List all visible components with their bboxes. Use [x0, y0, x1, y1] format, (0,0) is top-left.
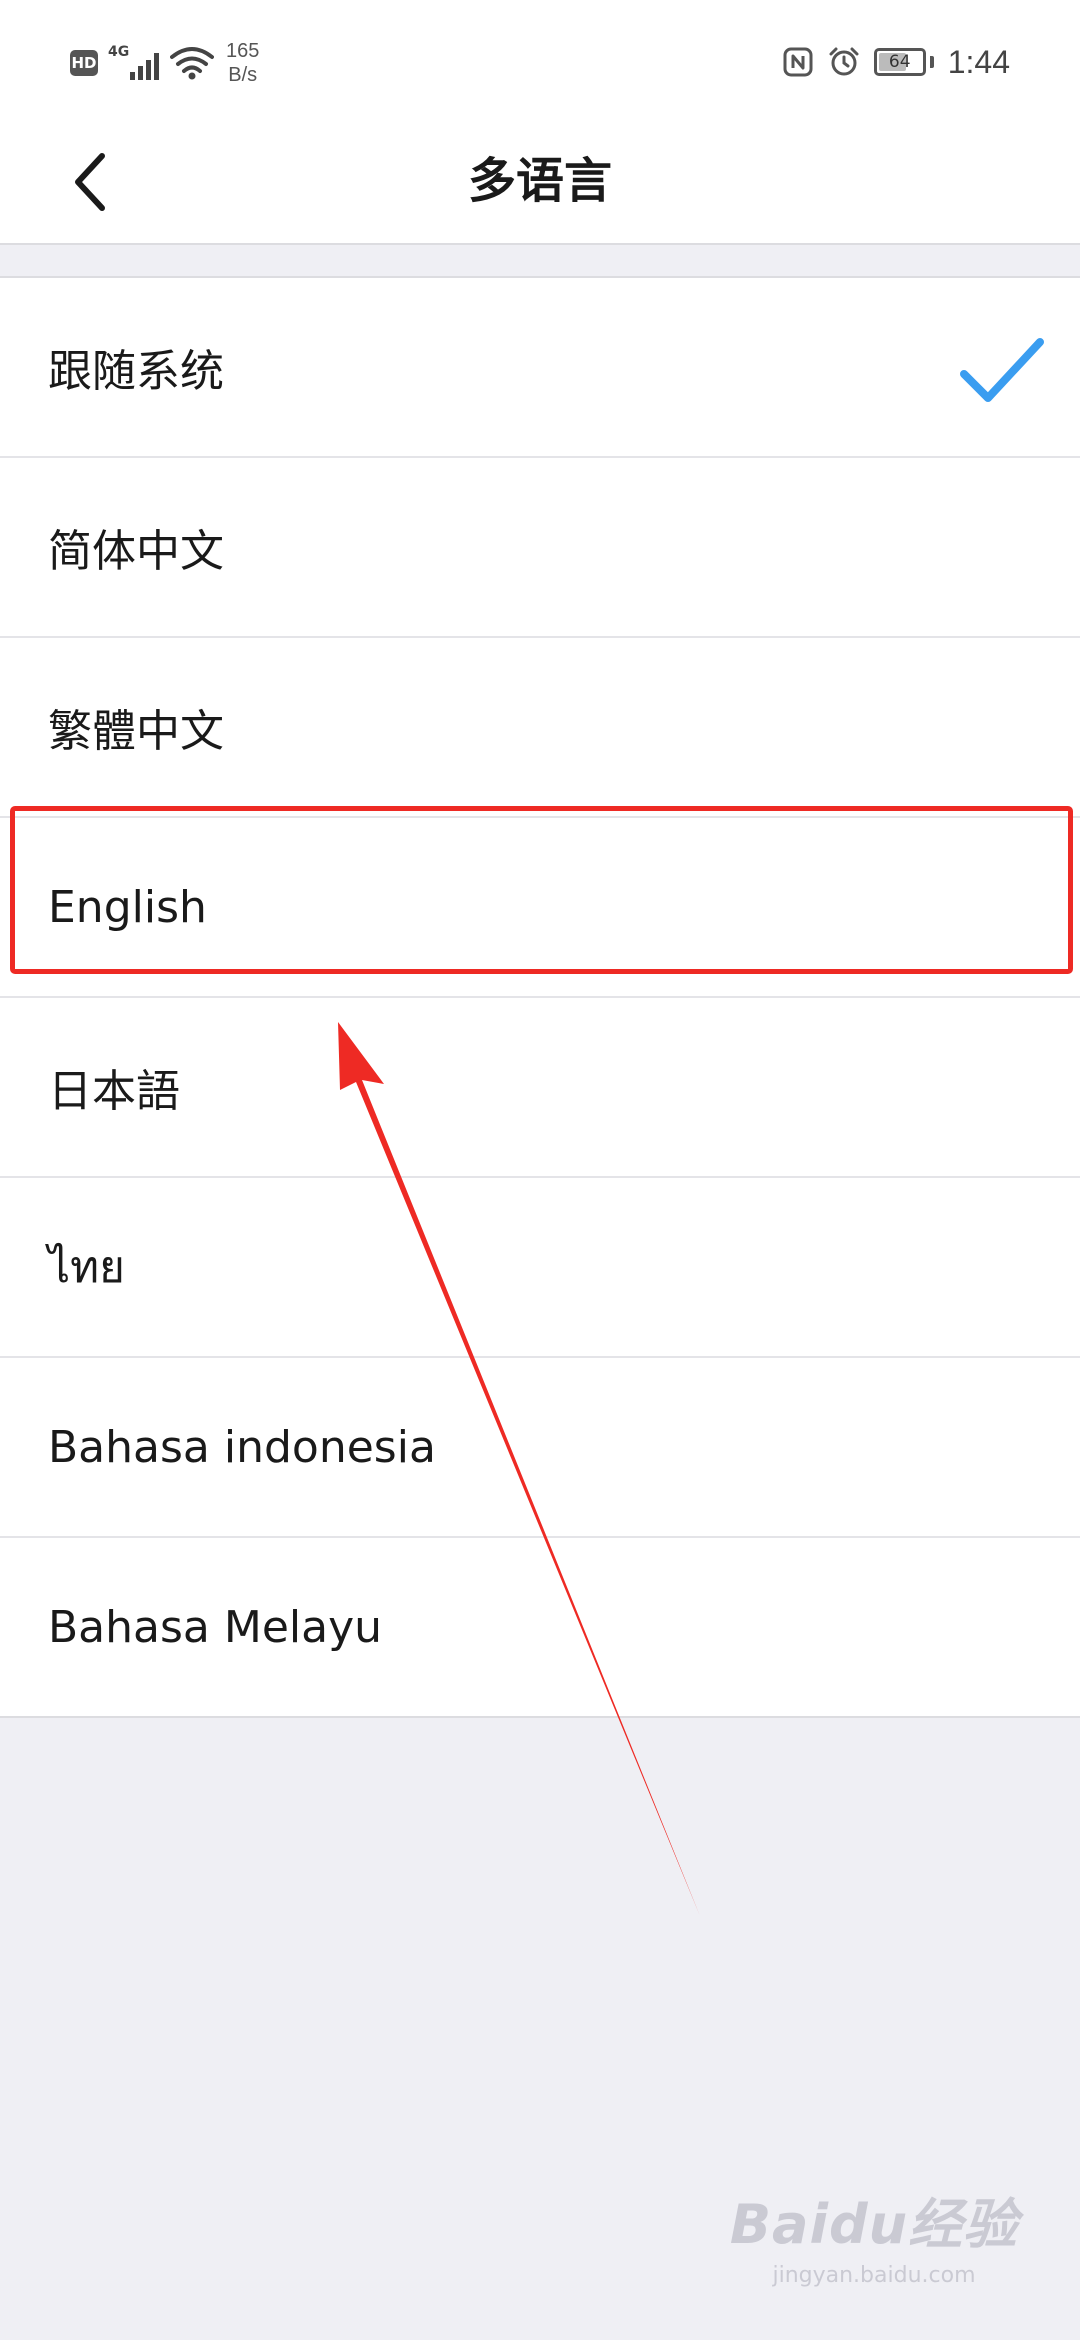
baidu-watermark: Baidu经验 jingyan.baidu.com: [724, 2180, 1024, 2300]
language-label: 跟随系统: [48, 346, 224, 397]
clock: 1:44: [947, 43, 1010, 80]
language-label: Bahasa indonesia: [48, 1421, 436, 1473]
net-speed-value: 165: [226, 40, 260, 62]
language-label: Bahasa Melayu: [48, 1601, 383, 1653]
page-title: 多语言: [467, 153, 612, 209]
nfc-icon: [783, 47, 813, 77]
header: 多语言: [0, 120, 1080, 245]
language-item-japanese[interactable]: 日本語: [0, 998, 1080, 1178]
status-bar: HD 4G 165 B/s 64 1:44: [0, 0, 1080, 120]
watermark-sub: jingyan.baidu.com: [772, 2263, 976, 2288]
language-label: English: [48, 881, 207, 933]
wifi-icon: [170, 47, 214, 80]
language-item-indonesian[interactable]: Bahasa indonesia: [0, 1358, 1080, 1538]
battery-nub: [929, 56, 934, 68]
language-item-english[interactable]: English: [0, 818, 1080, 998]
battery-level: 64: [888, 52, 911, 72]
network-type: 4G: [108, 44, 130, 60]
status-left: HD 4G 165 B/s: [70, 38, 259, 88]
signal-icon: 4G: [108, 44, 162, 82]
hd-icon: HD: [70, 50, 98, 76]
net-speed: 165 B/s: [226, 39, 259, 87]
language-item-simplified-chinese[interactable]: 简体中文: [0, 458, 1080, 638]
checkmark-icon: [960, 338, 1044, 402]
language-item-malay[interactable]: Bahasa Melayu: [0, 1538, 1080, 1716]
battery-icon: 64: [873, 48, 926, 76]
alarm-icon: [829, 47, 859, 76]
watermark-logo: Baidu经验: [729, 2193, 1019, 2256]
net-speed-unit: B/s: [228, 64, 258, 86]
language-label: 简体中文: [48, 526, 224, 577]
language-item-follow-system[interactable]: 跟随系统: [0, 278, 1080, 458]
language-item-traditional-chinese[interactable]: 繁體中文: [0, 638, 1080, 818]
language-item-thai[interactable]: ไทย: [0, 1178, 1080, 1358]
status-right: 64 1:44: [782, 40, 1010, 84]
language-label: 日本語: [48, 1066, 180, 1117]
language-label: 繁體中文: [48, 706, 224, 757]
language-list: 跟随系统 简体中文 繁體中文 English 日本語 ไทย Bahasa in…: [0, 276, 1080, 1718]
language-label: ไทย: [48, 1242, 125, 1293]
